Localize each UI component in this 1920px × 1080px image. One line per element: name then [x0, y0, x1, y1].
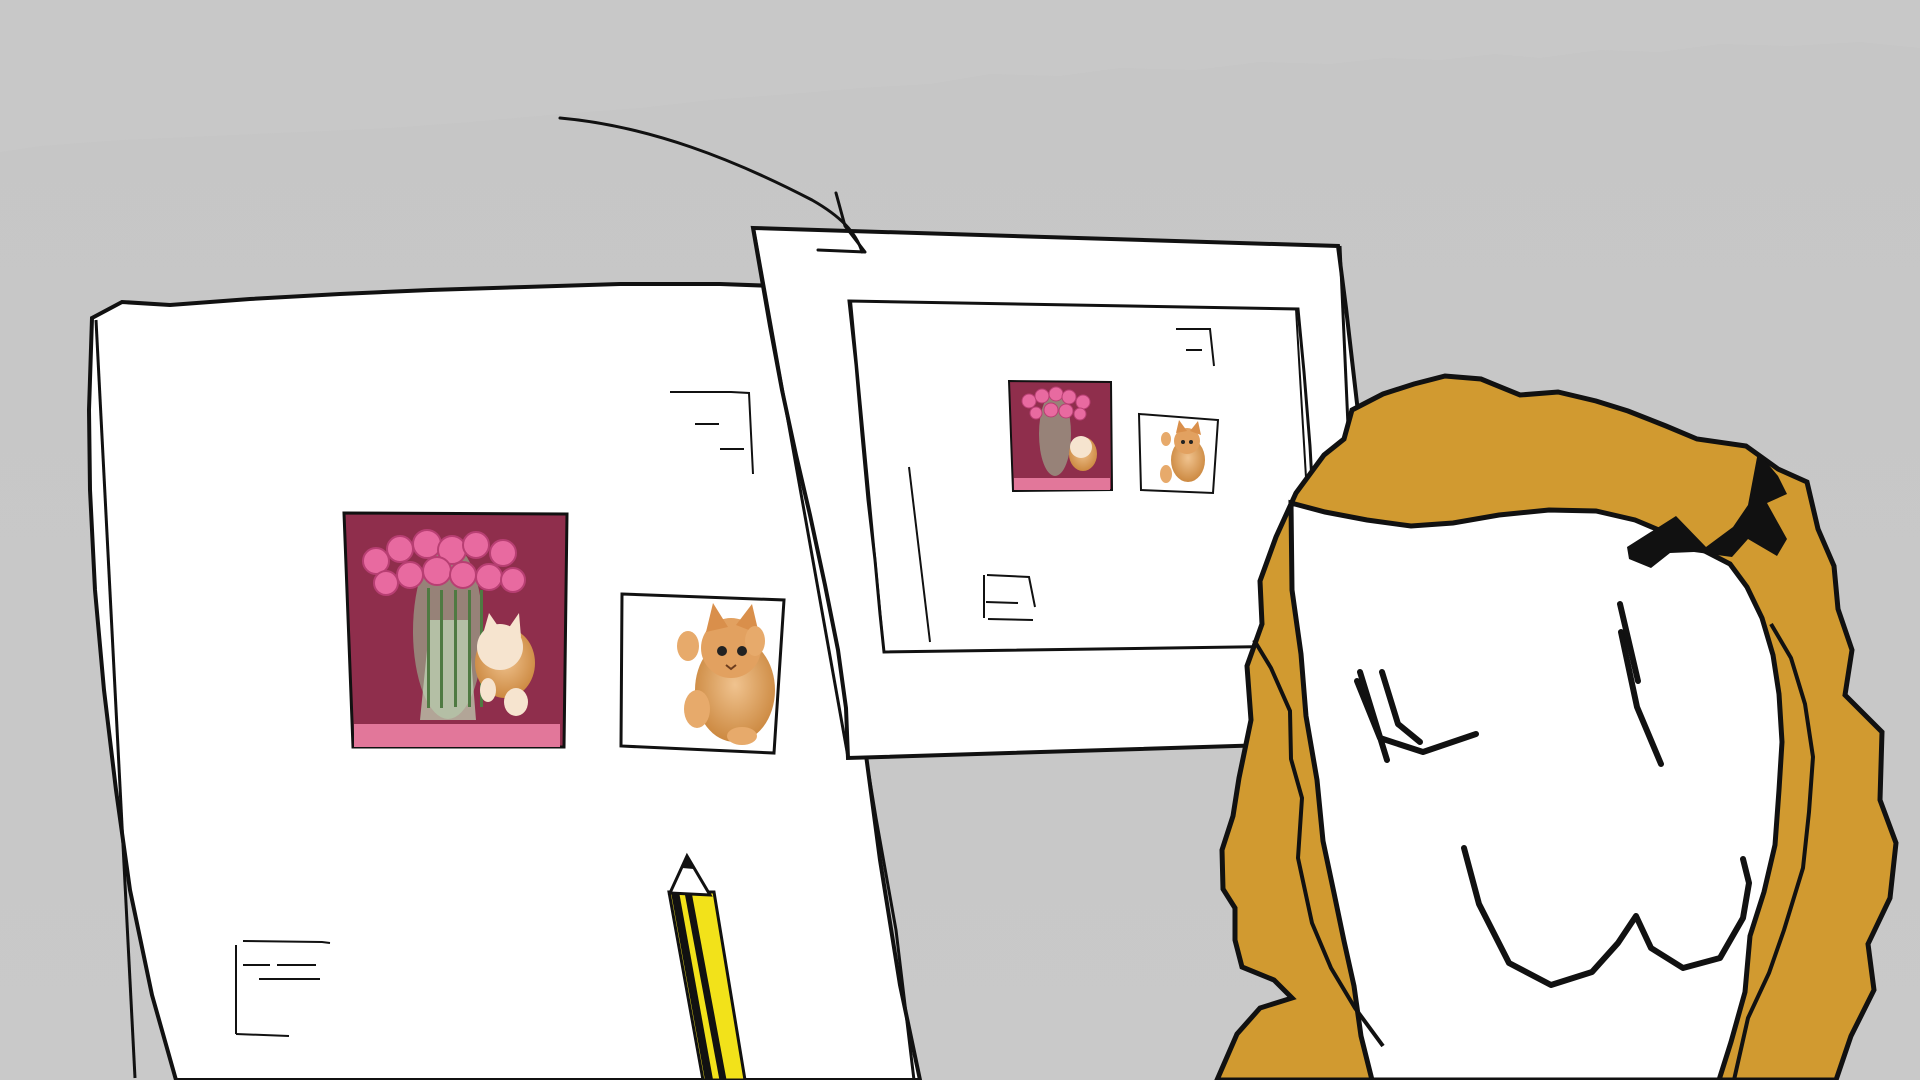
- left-cat-photo: [619, 592, 786, 755]
- right-flower-photo: [1007, 379, 1114, 493]
- girl-character: [1214, 373, 1899, 1080]
- right-cat-photo: [1137, 412, 1220, 495]
- comic-scene: [0, 0, 1920, 1080]
- left-flower-photo: [342, 511, 569, 749]
